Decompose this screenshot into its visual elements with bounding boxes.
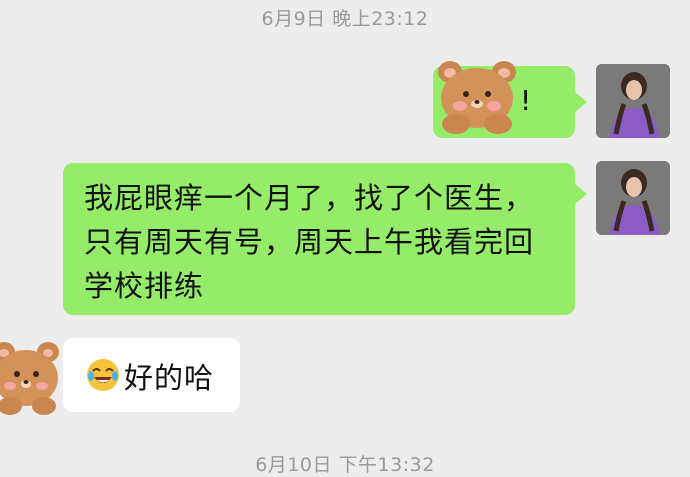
sticker-text: !: [520, 84, 532, 117]
timestamp-bottom: 6月10日 下午13:32: [255, 454, 435, 476]
avatar[interactable]: [596, 64, 670, 138]
avatar[interactable]: [596, 161, 670, 235]
bear-avatar-icon[interactable]: [0, 340, 64, 420]
avatar-image: [596, 161, 670, 235]
timestamp-top: 6月9日 晚上23:12: [261, 8, 429, 30]
bubble-tail: [575, 184, 587, 204]
message-line: 我屁眼痒一个月了，找了个医生，: [84, 181, 535, 215]
crying-laughing-emoji-icon: [87, 359, 119, 391]
message-text: 我屁眼痒一个月了，找了个医生， 只有周天有号，周天上午我看完回 学校排练: [84, 176, 564, 308]
bear-sticker-icon: [438, 61, 516, 134]
message-line: 学校排练: [84, 269, 205, 303]
message-line: 只有周天有号，周天上午我看完回: [84, 225, 535, 259]
avatar-image: [596, 64, 670, 138]
bubble-tail: [575, 92, 587, 112]
message-text: 好的哈: [124, 361, 215, 395]
